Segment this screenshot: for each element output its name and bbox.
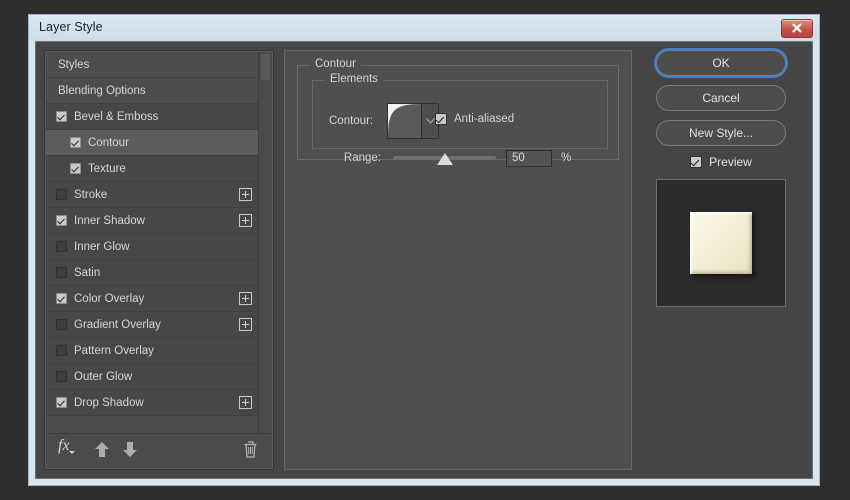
styles-list[interactable]: Styles Blending Options Bevel & Emboss Cont… xyxy=(46,52,272,434)
close-button[interactable] xyxy=(781,19,813,38)
layer-style-dialog: Layer Style Styles Blending Options Bevel … xyxy=(28,14,820,486)
style-list-item[interactable]: Outer Glow xyxy=(46,364,272,390)
styles-scrollbar[interactable] xyxy=(258,52,272,434)
add-effect-button[interactable] xyxy=(239,214,252,227)
window-title: Layer Style xyxy=(39,20,103,34)
contour-field-row: Contour: xyxy=(329,103,439,139)
style-item-label: Gradient Overlay xyxy=(74,319,161,331)
anti-aliased-checkbox[interactable]: Anti-aliased xyxy=(435,113,514,125)
arrow-up-icon[interactable] xyxy=(94,441,110,463)
style-list-item[interactable]: Contour xyxy=(46,130,272,156)
styles-toolbar: fx xyxy=(46,433,272,468)
contour-curve-thumbnail xyxy=(388,104,421,138)
title-bar: Layer Style xyxy=(29,15,819,41)
style-item-checkbox[interactable] xyxy=(56,267,67,278)
add-effect-button[interactable] xyxy=(239,188,252,201)
style-item-label: Texture xyxy=(88,163,126,175)
style-item-checkbox[interactable] xyxy=(70,137,81,148)
style-list-item[interactable]: Inner Shadow xyxy=(46,208,272,234)
style-item-checkbox[interactable] xyxy=(56,345,67,356)
style-item-label: Color Overlay xyxy=(74,293,144,305)
style-list-item[interactable]: Styles xyxy=(46,52,272,78)
range-slider[interactable] xyxy=(393,149,496,167)
new-style-button[interactable]: New Style... xyxy=(656,120,786,146)
caret-down-icon xyxy=(69,451,75,454)
contour-preset-picker[interactable] xyxy=(387,103,439,139)
style-item-checkbox[interactable] xyxy=(70,163,81,174)
contour-group: Contour Elements Contour: xyxy=(297,65,619,160)
style-item-label: Pattern Overlay xyxy=(74,345,154,357)
style-list-item[interactable]: Drop Shadow xyxy=(46,390,272,416)
style-item-label: Satin xyxy=(74,267,100,279)
style-item-checkbox[interactable] xyxy=(56,111,67,122)
style-item-label: Inner Glow xyxy=(74,241,130,253)
style-item-label: Drop Shadow xyxy=(74,397,144,409)
add-effect-button[interactable] xyxy=(239,396,252,409)
style-item-checkbox[interactable] xyxy=(56,215,67,226)
contour-options-panel: Contour Elements Contour: xyxy=(284,50,632,470)
range-field-row: Range: % xyxy=(329,149,571,167)
style-list-item[interactable]: Inner Glow xyxy=(46,234,272,260)
preview-checkbox[interactable]: Preview xyxy=(638,155,804,169)
style-item-checkbox[interactable] xyxy=(56,241,67,252)
contour-label: Contour: xyxy=(329,115,373,127)
range-unit-label: % xyxy=(561,152,571,164)
anti-aliased-checkbox-box xyxy=(435,113,447,125)
ok-button[interactable]: OK xyxy=(656,50,786,76)
add-effect-button[interactable] xyxy=(239,318,252,331)
x-icon xyxy=(790,22,804,34)
style-preview xyxy=(656,179,786,307)
trash-icon[interactable] xyxy=(243,441,258,463)
style-list-item[interactable]: Texture xyxy=(46,156,272,182)
style-list-item[interactable]: Gradient Overlay xyxy=(46,312,272,338)
range-value-input[interactable] xyxy=(506,150,552,167)
range-label: Range: xyxy=(329,152,381,164)
fx-menu-icon[interactable]: fx xyxy=(58,437,70,455)
styles-panel: Styles Blending Options Bevel & Emboss Cont… xyxy=(44,50,274,470)
style-item-checkbox[interactable] xyxy=(56,293,67,304)
style-list-item[interactable]: Pattern Overlay xyxy=(46,338,272,364)
style-list-item[interactable]: Bevel & Emboss xyxy=(46,104,272,130)
style-item-label: Blending Options xyxy=(46,85,146,97)
preview-label: Preview xyxy=(709,155,752,169)
contour-group-title: Contour xyxy=(310,58,361,70)
actions-column: OK Cancel New Style... Preview xyxy=(638,50,804,470)
preview-swatch xyxy=(690,212,752,274)
arrow-down-icon[interactable] xyxy=(122,441,138,463)
cancel-button[interactable]: Cancel xyxy=(656,85,786,111)
style-item-label: Inner Shadow xyxy=(74,215,145,227)
anti-aliased-label: Anti-aliased xyxy=(454,113,514,125)
style-item-label: Contour xyxy=(88,137,129,149)
style-item-label: Styles xyxy=(46,59,89,71)
style-item-checkbox[interactable] xyxy=(56,189,67,200)
styles-scrollbar-thumb[interactable] xyxy=(261,54,270,80)
style-list-item[interactable]: Satin xyxy=(46,260,272,286)
style-item-label: Bevel & Emboss xyxy=(74,111,158,123)
style-item-checkbox[interactable] xyxy=(56,319,67,330)
style-item-checkbox[interactable] xyxy=(56,397,67,408)
style-item-checkbox[interactable] xyxy=(56,371,67,382)
style-list-item[interactable]: Stroke xyxy=(46,182,272,208)
style-list-item[interactable]: Color Overlay xyxy=(46,286,272,312)
dialog-body: Styles Blending Options Bevel & Emboss Cont… xyxy=(35,41,813,479)
style-list-item[interactable]: Blending Options xyxy=(46,78,272,104)
style-item-label: Outer Glow xyxy=(74,371,132,383)
elements-group: Elements Contour: xyxy=(312,80,608,149)
style-item-label: Stroke xyxy=(74,189,107,201)
elements-group-title: Elements xyxy=(325,73,383,85)
range-slider-thumb[interactable] xyxy=(437,153,453,165)
preview-checkbox-box xyxy=(690,156,702,168)
add-effect-button[interactable] xyxy=(239,292,252,305)
